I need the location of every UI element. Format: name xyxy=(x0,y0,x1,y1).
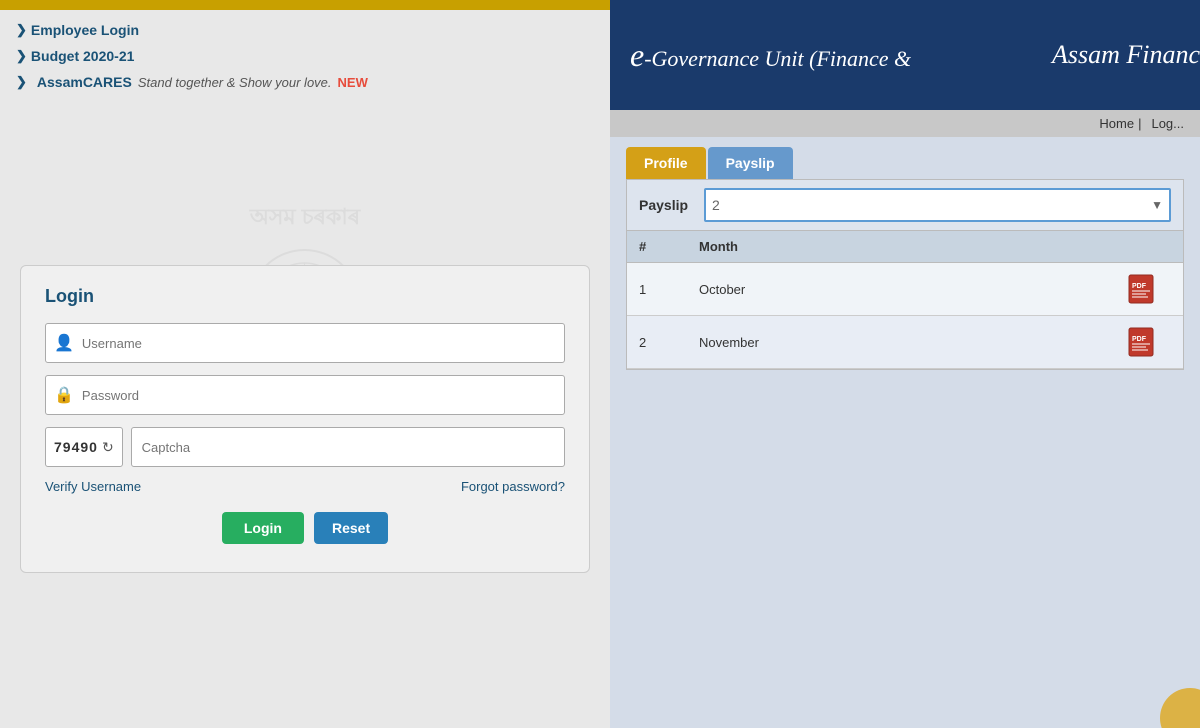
home-link[interactable]: Home xyxy=(1099,116,1134,131)
login-button[interactable]: Login xyxy=(222,512,304,544)
verify-username-link[interactable]: Verify Username xyxy=(45,479,141,494)
nav-budget-label: Budget 2020-21 xyxy=(31,48,134,64)
nav-separator: | xyxy=(1138,116,1141,131)
new-badge: NEW xyxy=(338,75,368,90)
payslip-filter-input[interactable] xyxy=(712,197,1151,213)
table-header: # Month xyxy=(627,231,1183,263)
nav-budget[interactable]: ❯ Budget 2020-21 xyxy=(16,48,594,64)
row-action-2[interactable]: PDF xyxy=(1111,326,1171,358)
reset-button[interactable]: Reset xyxy=(314,512,388,544)
col-num-header: # xyxy=(639,239,699,254)
table-row: 1 October PDF xyxy=(627,263,1183,316)
pdf-svg-2: PDF xyxy=(1128,327,1154,357)
top-bar xyxy=(0,0,610,10)
row-num-2: 2 xyxy=(639,335,699,350)
login-link[interactable]: Log... xyxy=(1151,116,1184,131)
nav-assam-cares[interactable]: ❯ AssamCARES Stand together & Show your … xyxy=(16,74,594,90)
pdf-icon-2[interactable]: PDF xyxy=(1127,326,1155,358)
right-nav: Home | Log... xyxy=(610,110,1200,137)
header-e: e xyxy=(630,37,644,73)
pdf-svg-1: PDF xyxy=(1128,274,1154,304)
row-action-1[interactable]: PDF xyxy=(1111,273,1171,305)
right-header: e-Governance Unit (Finance & Assam Finan… xyxy=(610,0,1200,110)
content-area: Payslip ▼ # Month 1 October PDF xyxy=(626,179,1184,370)
pdf-icon-1[interactable]: PDF xyxy=(1127,273,1155,305)
chevron-icon: ❯ xyxy=(16,22,27,38)
links-row: Verify Username Forgot password? xyxy=(45,479,565,494)
username-input[interactable] xyxy=(82,336,556,351)
tab-profile[interactable]: Profile xyxy=(626,147,706,179)
right-panel: e-Governance Unit (Finance & Assam Finan… xyxy=(610,0,1200,728)
captcha-value: 79490 xyxy=(54,439,98,455)
password-row: 🔒 xyxy=(45,375,565,415)
header-governance: Governance Unit (Finance & xyxy=(652,46,912,71)
col-action-header xyxy=(1111,239,1171,254)
left-panel: ❯ Employee Login ❯ Budget 2020-21 ❯ Assa… xyxy=(0,0,610,728)
captcha-input[interactable] xyxy=(131,427,565,467)
login-title: Login xyxy=(45,286,565,307)
nav-employee-login-label: Employee Login xyxy=(31,22,139,38)
tabs-row: Profile Payslip xyxy=(610,137,1200,179)
nav-employee-login[interactable]: ❯ Employee Login xyxy=(16,22,594,38)
tab-payslip[interactable]: Payslip xyxy=(708,147,793,179)
row-month-2: November xyxy=(699,335,1111,350)
row-num-1: 1 xyxy=(639,282,699,297)
captcha-refresh-icon[interactable]: ↻ xyxy=(102,439,114,456)
user-icon: 👤 xyxy=(54,333,74,353)
svg-text:PDF: PDF xyxy=(1132,283,1147,290)
lock-icon: 🔒 xyxy=(54,385,74,405)
buttons-row: Login Reset xyxy=(45,512,565,544)
deco-circle xyxy=(1160,688,1200,728)
table-row: 2 November PDF xyxy=(627,316,1183,369)
header-assam-finance: Assam Financ xyxy=(1052,40,1200,70)
col-month-header: Month xyxy=(699,239,1111,254)
header-dash: - xyxy=(644,46,651,71)
chevron-icon: ❯ xyxy=(16,74,27,90)
captcha-row: 79490 ↻ xyxy=(45,427,565,467)
header-logo: e-Governance Unit (Finance & xyxy=(630,36,911,75)
captcha-box: 79490 ↻ xyxy=(45,427,123,467)
assam-cares-label: AssamCARES xyxy=(37,74,132,90)
forgot-password-link[interactable]: Forgot password? xyxy=(461,479,565,494)
select-arrow-icon: ▼ xyxy=(1151,198,1163,212)
payslip-filter-row: Payslip ▼ xyxy=(627,180,1183,231)
watermark-bengali: অসম চৰকাৰ xyxy=(227,200,384,237)
payslip-select-wrapper[interactable]: ▼ xyxy=(704,188,1171,222)
username-row: 👤 xyxy=(45,323,565,363)
payslip-filter-label: Payslip xyxy=(639,197,694,213)
login-box: Login 👤 🔒 79490 ↻ Verify Username Forgot… xyxy=(20,265,590,573)
row-month-1: October xyxy=(699,282,1111,297)
assam-cares-tagline: Stand together & Show your love. xyxy=(138,75,332,90)
password-input[interactable] xyxy=(82,388,556,403)
nav-links: ❯ Employee Login ❯ Budget 2020-21 ❯ Assa… xyxy=(0,10,610,108)
chevron-icon: ❯ xyxy=(16,48,27,64)
svg-text:PDF: PDF xyxy=(1132,336,1147,343)
